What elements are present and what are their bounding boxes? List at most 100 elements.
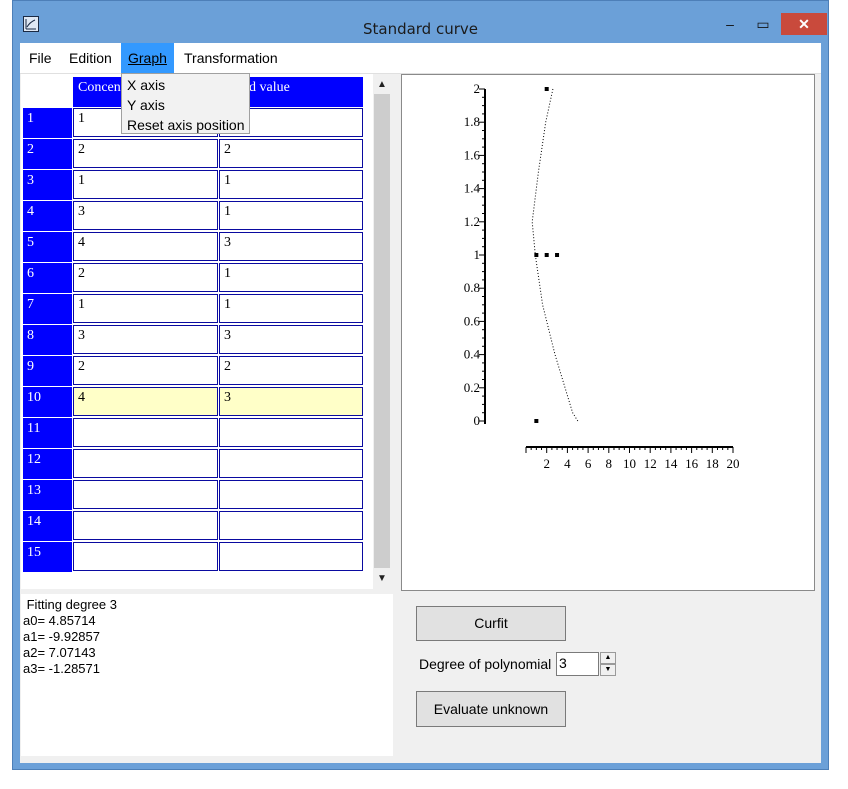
row-header[interactable]: 1 xyxy=(23,108,72,138)
menu-graph-label: Graph xyxy=(128,50,167,66)
cell-measured-value[interactable]: 2 xyxy=(219,139,363,168)
row-header[interactable]: 11 xyxy=(23,418,72,448)
row-header[interactable]: 12 xyxy=(23,449,72,479)
result-line: a0= 4.85714 xyxy=(23,613,96,628)
y-tick-label: 0.8 xyxy=(464,280,480,295)
x-tick-label: 14 xyxy=(664,456,678,471)
cell-measured-value[interactable] xyxy=(219,480,363,509)
result-line: a2= 7.07143 xyxy=(23,645,96,660)
cell-concentration[interactable] xyxy=(73,418,218,447)
row-header[interactable]: 14 xyxy=(23,511,72,541)
cell-measured-value[interactable] xyxy=(219,542,363,571)
menu-file[interactable]: File xyxy=(22,43,59,73)
y-tick-label: 0.4 xyxy=(464,347,481,362)
y-tick-label: 0 xyxy=(474,413,481,428)
curfit-button[interactable]: Curfit xyxy=(416,606,566,641)
application-window: Standard curve – ▭ ✕ File Edition Graph … xyxy=(12,0,829,770)
data-point xyxy=(544,253,549,257)
menu-transformation[interactable]: Transformation xyxy=(177,43,285,73)
client-area: File Edition Graph Transformation X axis… xyxy=(20,43,821,763)
menu-edition[interactable]: Edition xyxy=(62,43,119,73)
result-line: a3= -1.28571 xyxy=(23,661,100,676)
cell-concentration[interactable]: 4 xyxy=(73,387,218,416)
cell-concentration[interactable] xyxy=(73,542,218,571)
row-header[interactable]: 13 xyxy=(23,480,72,510)
cell-concentration[interactable]: 4 xyxy=(73,232,218,261)
cell-concentration[interactable] xyxy=(73,449,218,478)
x-tick-label: 4 xyxy=(564,456,571,471)
y-tick-label: 1 xyxy=(474,247,481,262)
graph-dropdown-menu: X axis Y axis Reset axis position xyxy=(121,73,250,134)
cell-concentration[interactable] xyxy=(73,480,218,509)
y-tick-label: 0.6 xyxy=(464,313,481,328)
row-header[interactable]: 7 xyxy=(23,294,72,324)
row-header[interactable]: 5 xyxy=(23,232,72,262)
x-tick-label: 8 xyxy=(606,456,613,471)
cell-concentration[interactable] xyxy=(73,511,218,540)
grid-scrollbar[interactable]: ▲ ▼ xyxy=(373,74,391,589)
fit-results-text[interactable]: Fitting degree 3 a0= 4.85714 a1= -9.9285… xyxy=(21,594,393,756)
row-header[interactable]: 6 xyxy=(23,263,72,293)
cell-measured-value[interactable]: 3 xyxy=(219,387,363,416)
degree-of-polynomial-label: Degree of polynomial xyxy=(419,656,552,672)
x-tick-label: 20 xyxy=(727,456,740,471)
cell-measured-value[interactable]: 1 xyxy=(219,263,363,292)
minimize-button[interactable]: – xyxy=(716,13,744,35)
title-bar[interactable]: Standard curve – ▭ ✕ xyxy=(13,1,828,43)
cell-measured-value[interactable]: 1 xyxy=(219,294,363,323)
scroll-thumb[interactable] xyxy=(374,94,390,568)
menu-y-axis[interactable]: Y axis xyxy=(127,95,165,115)
scroll-up-arrow-icon[interactable]: ▲ xyxy=(373,76,391,93)
cell-measured-value[interactable]: 1 xyxy=(219,201,363,230)
data-point xyxy=(534,419,539,423)
row-header[interactable]: 15 xyxy=(23,542,72,572)
cell-measured-value[interactable]: 3 xyxy=(219,232,363,261)
row-header[interactable]: 8 xyxy=(23,325,72,355)
spin-down-icon[interactable]: ▼ xyxy=(600,664,616,676)
y-tick-label: 1.4 xyxy=(464,181,481,196)
cell-measured-value[interactable] xyxy=(219,418,363,447)
cell-measured-value[interactable] xyxy=(219,449,363,478)
data-grid: Concen d value 1122231143154362171183392… xyxy=(21,74,391,589)
cell-concentration[interactable]: 1 xyxy=(73,170,218,199)
scroll-down-arrow-icon[interactable]: ▼ xyxy=(373,570,391,587)
spin-up-icon[interactable]: ▲ xyxy=(600,652,616,664)
cell-measured-value[interactable]: 2 xyxy=(219,356,363,385)
menu-graph[interactable]: Graph xyxy=(121,43,174,73)
cell-concentration[interactable]: 2 xyxy=(73,263,218,292)
cell-measured-value[interactable] xyxy=(219,511,363,540)
x-tick-label: 6 xyxy=(585,456,592,471)
data-point xyxy=(555,253,560,257)
row-header[interactable]: 9 xyxy=(23,356,72,386)
menu-bar: File Edition Graph Transformation xyxy=(20,43,821,74)
y-tick-label: 1.6 xyxy=(464,147,481,162)
menu-reset-axis-position[interactable]: Reset axis position xyxy=(127,115,245,135)
grid-corner xyxy=(23,77,72,107)
menu-x-axis[interactable]: X axis xyxy=(127,75,165,95)
result-line: Fitting degree 3 xyxy=(23,597,117,612)
cell-concentration[interactable]: 1 xyxy=(73,294,218,323)
close-button[interactable]: ✕ xyxy=(781,13,827,35)
standard-curve-plot: 2 1.8 1.6 1.4 1.2 1 0.8 0.6 0.4 0.2 0 2 4 6 8 10 12 14 16 1… xyxy=(401,74,815,591)
cell-concentration[interactable]: 2 xyxy=(73,356,218,385)
y-tick-label: 1.2 xyxy=(464,214,480,229)
cell-measured-value[interactable]: 3 xyxy=(219,325,363,354)
cell-concentration[interactable]: 3 xyxy=(73,325,218,354)
evaluate-unknown-button[interactable]: Evaluate unknown xyxy=(416,691,566,727)
data-point xyxy=(544,87,549,91)
x-tick-label: 18 xyxy=(706,456,719,471)
plot-canvas: 21.81.61.41.210.80.60.40.202 4 6 8 10 12 14 16 1… xyxy=(464,81,740,471)
cell-concentration[interactable]: 3 xyxy=(73,201,218,230)
x-tick-label: 2 xyxy=(543,456,550,471)
maximize-button[interactable]: ▭ xyxy=(749,13,777,35)
x-tick-label: 12 xyxy=(644,456,657,471)
degree-input[interactable]: 3 xyxy=(556,652,599,676)
y-tick-label: 1.8 xyxy=(464,114,480,129)
row-header[interactable]: 3 xyxy=(23,170,72,200)
cell-concentration[interactable]: 2 xyxy=(73,139,218,168)
row-header[interactable]: 4 xyxy=(23,201,72,231)
row-header[interactable]: 2 xyxy=(23,139,72,169)
row-header[interactable]: 10 xyxy=(23,387,72,417)
y-tick-label: 0.2 xyxy=(464,380,480,395)
cell-measured-value[interactable]: 1 xyxy=(219,170,363,199)
